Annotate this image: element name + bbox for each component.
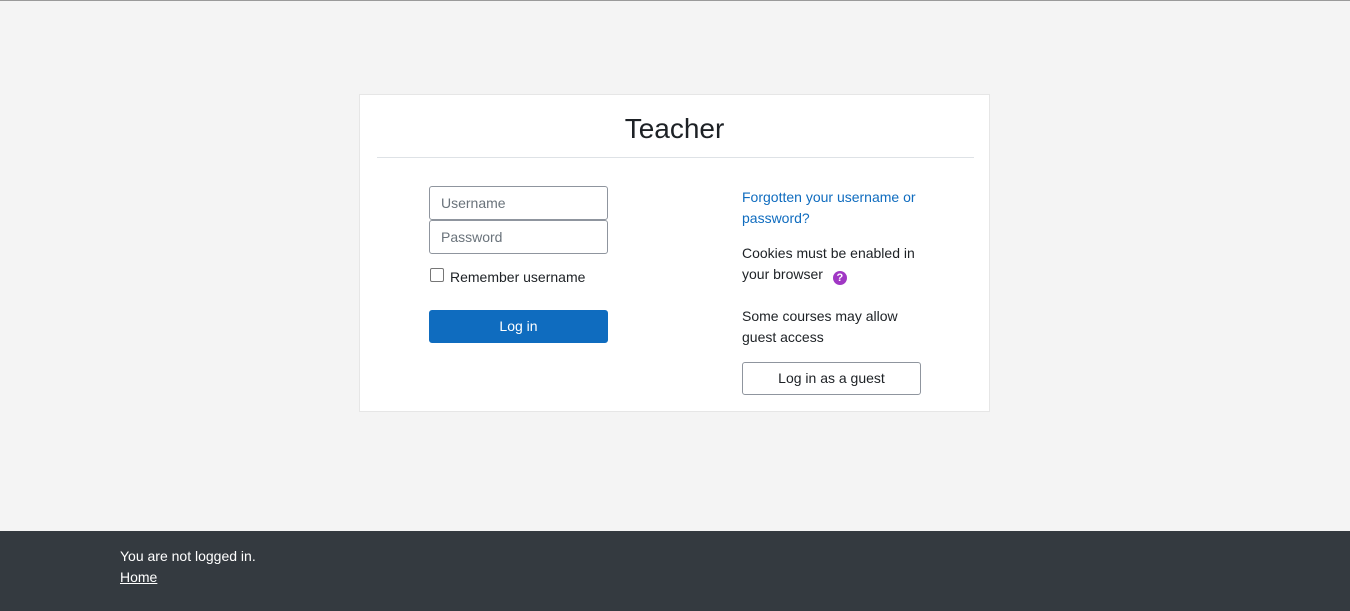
remember-username-label[interactable]: Remember username [450, 269, 585, 285]
page-footer: You are not logged in. Home [0, 531, 1350, 611]
cookies-notice-text: Cookies must be enabled in your browser [742, 245, 915, 282]
username-input[interactable] [429, 186, 608, 220]
password-input[interactable] [429, 220, 608, 254]
login-status-text: You are not logged in. [120, 548, 256, 564]
remember-username-row[interactable]: Remember username [430, 267, 585, 287]
remember-username-checkbox[interactable] [430, 268, 444, 282]
guest-access-text: Some courses may allow guest access [742, 308, 898, 345]
forgot-password-link[interactable]: Forgotten your username or password? [742, 187, 922, 229]
login-card: Teacher Remember username Log in Forgott… [359, 94, 990, 412]
login-title: Teacher [624, 113, 725, 144]
login-button[interactable]: Log in [429, 310, 608, 343]
title-divider [377, 157, 974, 158]
top-border-line [0, 0, 1350, 1]
cookies-notice: Cookies must be enabled in your browser? [742, 243, 932, 285]
question-circle-icon[interactable]: ? [832, 271, 847, 285]
guest-login-button[interactable]: Log in as a guest [742, 362, 921, 395]
footer-home-link[interactable]: Home [120, 567, 157, 588]
